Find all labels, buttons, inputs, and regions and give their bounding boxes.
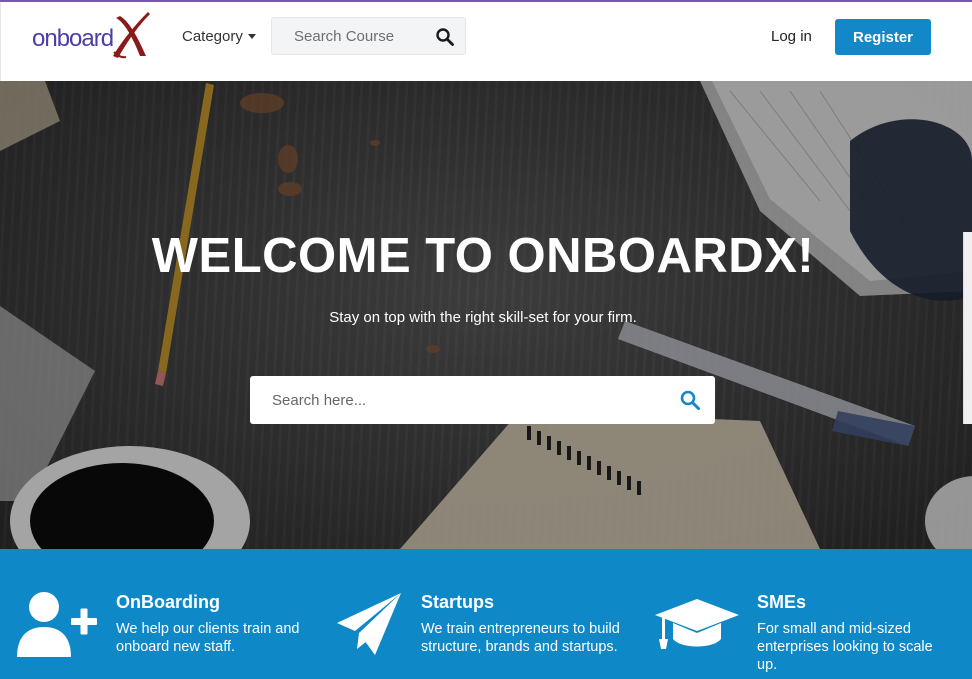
hero-search-input[interactable] (250, 376, 650, 424)
category-dropdown[interactable]: Category (182, 28, 256, 45)
feature-description: For small and mid-sized enterprises look… (757, 621, 933, 673)
feature-onboarding: OnBoarding We help our clients train and… (0, 549, 310, 679)
paper-plane-icon (337, 593, 401, 655)
search-icon[interactable] (435, 27, 455, 47)
feature-title: Startups (421, 592, 495, 612)
feature-description: We train entrepreneurs to build structur… (421, 621, 620, 655)
feature-title: OnBoarding (116, 592, 220, 612)
course-search-box (271, 17, 466, 55)
features-band: OnBoarding We help our clients train and… (0, 549, 972, 679)
feature-description: We help our clients train and onboard ne… (116, 621, 300, 655)
feature-startups: Startups We train entrepreneurs to build… (320, 549, 640, 679)
site-header: onboard Category Log in Register (0, 2, 972, 81)
hero-title: WELCOME TO ONBOARDX! (151, 229, 815, 283)
register-button[interactable]: Register (835, 19, 931, 55)
onboardx-logo[interactable]: onboard (32, 12, 154, 62)
hero-search-box (250, 376, 715, 424)
chevron-down-icon (247, 34, 256, 39)
search-icon[interactable] (679, 389, 701, 411)
graduation-cap-icon (655, 599, 739, 649)
feature-title: SMEs (757, 592, 807, 612)
category-label: Category (182, 28, 243, 45)
course-search-input[interactable] (272, 18, 427, 54)
logo-x-mark (113, 12, 150, 59)
add-user-icon (17, 592, 97, 657)
feature-smes: SMEs For small and mid-sized enterprises… (640, 549, 960, 679)
hero-banner: WELCOME TO ONBOARDX! Stay on top with th… (0, 81, 972, 549)
scrollbar-track[interactable] (963, 232, 972, 424)
logo-wordmark: onboard (32, 25, 114, 52)
login-link[interactable]: Log in (771, 28, 812, 45)
hero-subtitle: Stay on top with the right skill-set for… (329, 309, 637, 326)
